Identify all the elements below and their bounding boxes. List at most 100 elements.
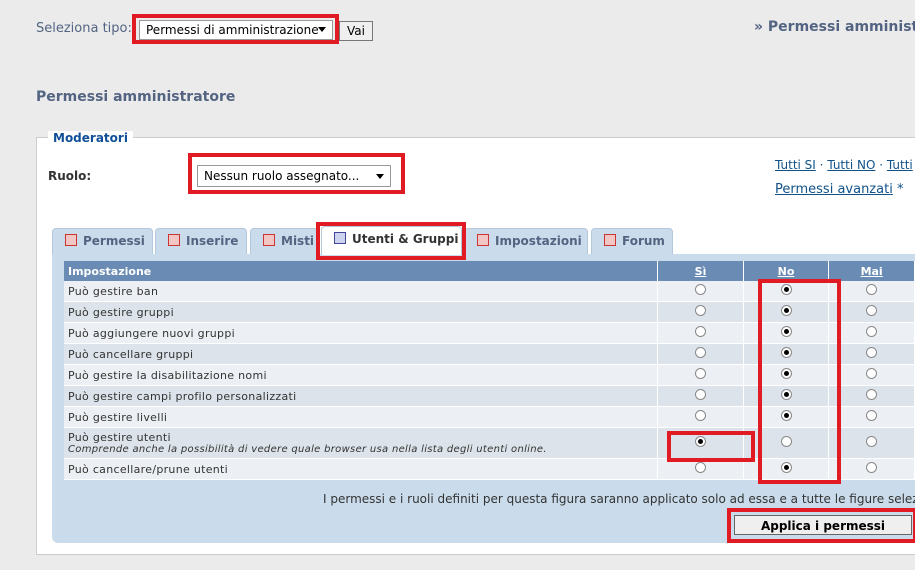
radio-never[interactable] bbox=[866, 368, 878, 379]
column-header-never[interactable]: Mai bbox=[828, 261, 915, 281]
all-yes-link[interactable]: Tutti SI bbox=[775, 158, 816, 172]
setting-label: Può gestire ban bbox=[68, 284, 159, 298]
radio-no[interactable] bbox=[780, 389, 792, 400]
radio-never[interactable] bbox=[866, 389, 878, 400]
advanced-mark: * bbox=[896, 182, 904, 197]
tab-label: Forum bbox=[622, 234, 665, 248]
role-value: Nessun ruolo assegnato... bbox=[204, 169, 360, 183]
radio-never[interactable] bbox=[866, 410, 878, 421]
square-icon bbox=[477, 234, 489, 246]
setting-cell: Può gestire ban bbox=[64, 281, 659, 302]
tab-utenti-gruppi[interactable]: Utenti & Gruppi bbox=[321, 226, 462, 255]
radio-never[interactable] bbox=[866, 462, 878, 473]
tab-forum[interactable]: Forum bbox=[591, 228, 673, 254]
setting-cell: Può gestire utenti Comprende anche la pos… bbox=[64, 427, 659, 459]
radio-never[interactable] bbox=[866, 347, 878, 358]
select-type-dropdown[interactable]: Permessi di amministrazione bbox=[139, 20, 333, 40]
radio-cell-yes bbox=[657, 458, 744, 480]
square-icon bbox=[263, 234, 275, 246]
column-header-yes[interactable]: Sì bbox=[657, 261, 744, 281]
radio-no[interactable] bbox=[780, 436, 792, 447]
table-row: Può gestire gruppi bbox=[64, 301, 915, 323]
chevron-down-icon bbox=[318, 27, 326, 32]
radio-no[interactable] bbox=[780, 368, 792, 379]
tab-inserire[interactable]: Inserire bbox=[155, 228, 247, 254]
square-icon bbox=[334, 232, 346, 244]
radio-cell-never bbox=[828, 281, 915, 302]
setting-cell: Può cancellare gruppi bbox=[64, 343, 659, 365]
page-header-link[interactable]: » Permessi amministra bbox=[754, 19, 915, 35]
setting-label: Può cancellare gruppi bbox=[68, 347, 194, 361]
separator: · bbox=[879, 158, 884, 172]
radio-cell-never bbox=[828, 322, 915, 344]
radio-no[interactable] bbox=[780, 305, 792, 316]
setting-label: Può gestire utenti bbox=[68, 430, 171, 444]
setting-label: Può gestire la disabilitazione nomi bbox=[68, 368, 267, 382]
radio-never[interactable] bbox=[866, 326, 878, 337]
radio-cell-never bbox=[828, 364, 915, 386]
table-row: Può gestire utenti Comprende anche la pos… bbox=[64, 427, 915, 459]
radio-yes[interactable] bbox=[695, 368, 706, 379]
radio-never[interactable] bbox=[866, 305, 878, 316]
radio-cell-never bbox=[828, 343, 915, 365]
setting-label: Può gestire livelli bbox=[68, 410, 168, 424]
radio-cell-yes bbox=[657, 427, 744, 459]
radio-yes[interactable] bbox=[695, 347, 706, 358]
radio-yes[interactable] bbox=[695, 305, 706, 316]
square-icon bbox=[168, 234, 180, 246]
radio-never[interactable] bbox=[866, 436, 878, 447]
radio-cell-no bbox=[743, 281, 830, 302]
radio-cell-never bbox=[828, 406, 915, 428]
tab-label: Permessi bbox=[83, 234, 145, 248]
radio-cell-no bbox=[743, 458, 830, 480]
table-row: Può cancellare/prune utenti bbox=[64, 458, 915, 480]
radio-cell-no bbox=[743, 406, 830, 428]
tab-impostazioni[interactable]: Impostazioni bbox=[464, 228, 588, 254]
quick-set-links: Tutti SI · Tutti NO · Tutti bbox=[775, 158, 913, 172]
tab-permessi[interactable]: Permessi bbox=[52, 228, 153, 254]
table-row: Può gestire campi profilo personalizzati bbox=[64, 385, 915, 407]
permissions-table: Impostazione Sì No Mai Può gestire ban Pu… bbox=[64, 261, 915, 480]
radio-yes[interactable] bbox=[695, 326, 706, 337]
radio-no[interactable] bbox=[780, 347, 792, 358]
role-label: Ruolo: bbox=[48, 169, 92, 183]
setting-cell: Può cancellare/prune utenti bbox=[64, 458, 659, 480]
radio-never[interactable] bbox=[866, 284, 878, 295]
radio-no[interactable] bbox=[780, 462, 792, 473]
radio-cell-never bbox=[828, 458, 915, 480]
separator: · bbox=[819, 158, 824, 172]
advanced-permissions-link[interactable]: Permessi avanzati bbox=[775, 182, 893, 197]
table-row: Può gestire livelli bbox=[64, 406, 915, 428]
radio-yes[interactable] bbox=[695, 436, 706, 447]
apply-permissions-button[interactable]: Applica i permessi bbox=[734, 515, 912, 535]
radio-cell-yes bbox=[657, 281, 744, 302]
radio-cell-yes bbox=[657, 385, 744, 407]
radio-no[interactable] bbox=[780, 284, 792, 295]
setting-label: Può cancellare/prune utenti bbox=[68, 462, 229, 476]
radio-cell-no bbox=[743, 301, 830, 323]
radio-cell-yes bbox=[657, 322, 744, 344]
go-button[interactable]: Vai bbox=[339, 21, 373, 41]
tab-label: Inserire bbox=[186, 234, 239, 248]
all-never-link[interactable]: Tutti bbox=[887, 158, 913, 172]
setting-cell: Può gestire livelli bbox=[64, 406, 659, 428]
select-type-value: Permessi di amministrazione bbox=[146, 23, 319, 37]
setting-description: Comprende anche la possibilità di vedere… bbox=[68, 443, 547, 455]
all-no-link[interactable]: Tutti NO bbox=[827, 158, 875, 172]
tab-misti[interactable]: Misti bbox=[250, 228, 318, 254]
column-header-label: Sì bbox=[694, 264, 707, 278]
radio-yes[interactable] bbox=[695, 284, 706, 295]
radio-no[interactable] bbox=[780, 410, 792, 421]
setting-label: Può aggiungere nuovi gruppi bbox=[68, 326, 235, 340]
setting-label: Può gestire gruppi bbox=[68, 305, 174, 319]
radio-no[interactable] bbox=[780, 326, 792, 337]
radio-yes[interactable] bbox=[695, 389, 706, 400]
role-dropdown[interactable]: Nessun ruolo assegnato... bbox=[197, 165, 391, 187]
radio-cell-yes bbox=[657, 301, 744, 323]
column-header-no[interactable]: No bbox=[743, 261, 830, 281]
tab-label: Utenti & Gruppi bbox=[352, 232, 459, 246]
radio-yes[interactable] bbox=[695, 410, 706, 421]
table-row: Può gestire la disabilitazione nomi bbox=[64, 364, 915, 386]
info-note: I permessi e i ruoli definiti per questa… bbox=[323, 492, 915, 506]
radio-yes[interactable] bbox=[695, 462, 706, 473]
